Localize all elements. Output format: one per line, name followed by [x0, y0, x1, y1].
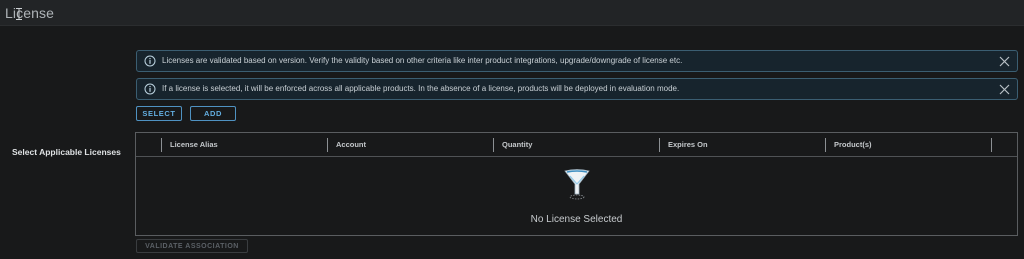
alert-message: If a license is selected, it will be enf… [162, 84, 680, 93]
alert-version-validation: Licenses are validated based on version.… [136, 50, 1018, 72]
column-expires-on[interactable]: Expires On [659, 138, 825, 152]
select-button[interactable]: SELECT [136, 106, 182, 121]
empty-filter-icon [564, 169, 590, 200]
empty-state-text: No License Selected [530, 214, 623, 225]
grid-header: License Alias Account Quantity Expires O… [136, 133, 1017, 157]
page-title: License [5, 5, 54, 21]
add-button[interactable]: ADD [190, 106, 236, 121]
license-section: Licenses are validated based on version.… [0, 26, 1024, 259]
close-icon[interactable] [999, 84, 1010, 95]
select-applicable-licenses-label: Select Applicable Licenses [12, 147, 121, 157]
license-grid: License Alias Account Quantity Expires O… [135, 132, 1018, 236]
info-icon [144, 83, 156, 95]
column-separator [991, 138, 992, 152]
close-icon[interactable] [999, 56, 1010, 67]
info-icon [144, 55, 156, 67]
column-license-alias[interactable]: License Alias [161, 138, 327, 152]
validate-association-button[interactable]: VALIDATE ASSOCIATION [136, 239, 248, 253]
alert-message: Licenses are validated based on version.… [162, 56, 683, 65]
column-products[interactable]: Product(s) [825, 138, 991, 152]
alert-enforcement: If a license is selected, it will be enf… [136, 78, 1018, 100]
text-cursor-icon [16, 8, 22, 20]
page-header: License [0, 0, 1024, 26]
column-account[interactable]: Account [327, 138, 493, 152]
column-quantity[interactable]: Quantity [493, 138, 659, 152]
